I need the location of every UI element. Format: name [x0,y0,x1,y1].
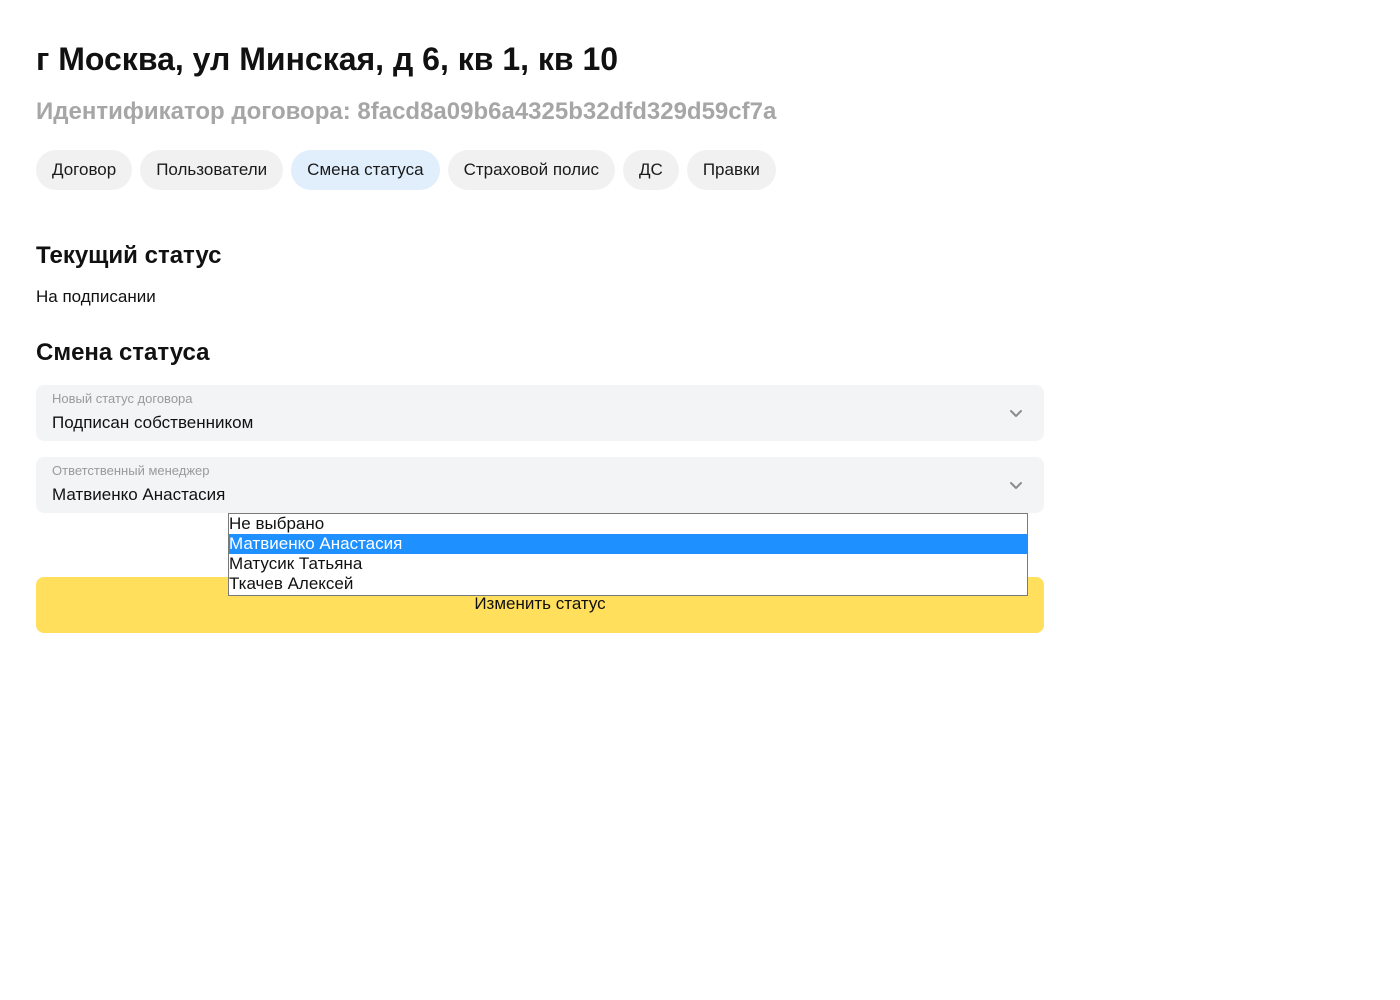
tab-users[interactable]: Пользователи [140,150,284,190]
current-status-heading: Текущий статус [36,242,222,269]
tab-insurance-policy[interactable]: Страховой полис [447,150,616,190]
dropdown-option-tkachev[interactable]: Ткачев Алексей [229,574,1027,594]
chevron-down-icon [1010,410,1022,417]
page: г Москва, ул Минская, д 6, кв 1, кв 10 И… [0,0,1400,1000]
tab-edits[interactable]: Правки [686,150,776,190]
manager-dropdown-list: Не выбрано Матвиенко Анастасия Матусик Т… [228,513,1028,596]
new-status-select[interactable]: Новый статус договора Подписан собственн… [36,385,1044,441]
tab-ds[interactable]: ДС [623,150,679,190]
tab-contract[interactable]: Договор [36,150,133,190]
manager-value: Матвиенко Анастасия [52,485,226,504]
manager-label: Ответственный менеджер [52,463,210,478]
dropdown-option-matvienko[interactable]: Матвиенко Анастасия [229,534,1027,554]
manager-select[interactable]: Ответственный менеджер Матвиенко Анастас… [36,457,1044,513]
status-change-heading: Смена статуса [36,339,210,366]
new-status-value: Подписан собственником [52,413,254,432]
chevron-down-icon [1010,482,1022,489]
dropdown-option-none[interactable]: Не выбрано [229,514,1027,534]
tab-bar: Договор Пользователи Смена статуса Страх… [36,150,776,190]
current-status-value: На подписании [36,287,156,306]
tab-status-change[interactable]: Смена статуса [291,150,440,190]
page-title: г Москва, ул Минская, д 6, кв 1, кв 10 [36,41,619,77]
new-status-label: Новый статус договора [52,391,193,406]
dropdown-option-matusik[interactable]: Матусик Татьяна [229,554,1027,574]
contract-id: Идентификатор договора: 8facd8a09b6a4325… [36,98,777,125]
